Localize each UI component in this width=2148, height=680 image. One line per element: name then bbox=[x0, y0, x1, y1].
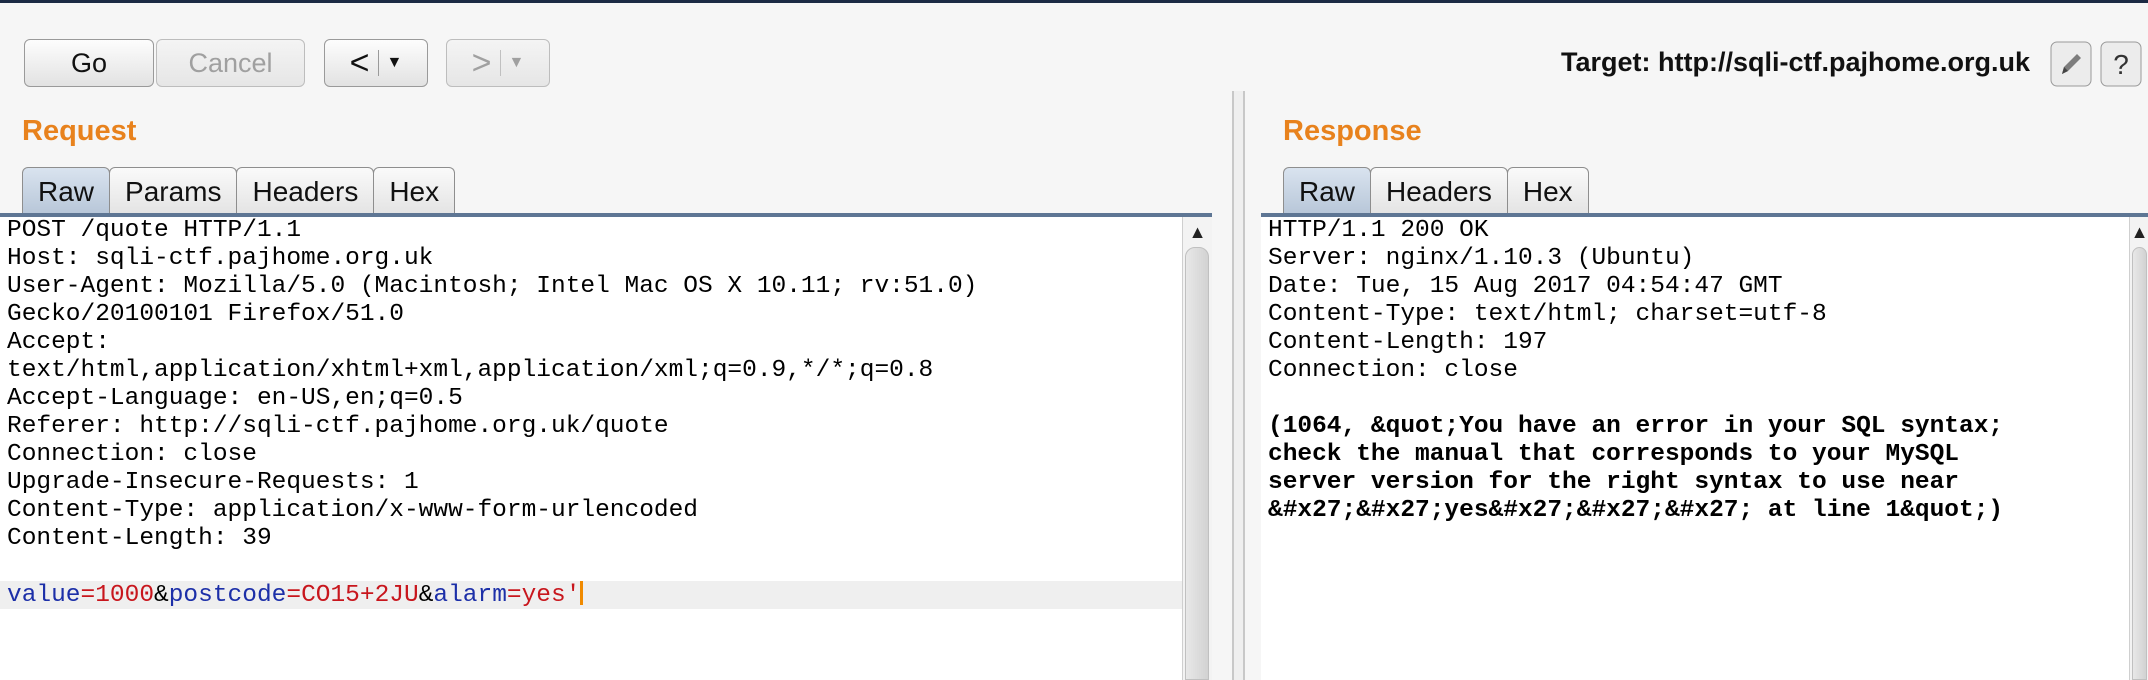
forward-button[interactable]: > ▼ bbox=[446, 39, 550, 87]
chevron-down-icon[interactable]: ▼ bbox=[509, 54, 525, 72]
response-line: Content-Length: 197 bbox=[1268, 329, 1548, 356]
target-url: Target: http://sqli-ctf.pajhome.org.uk bbox=[1561, 47, 2030, 77]
go-button[interactable]: Go bbox=[24, 39, 154, 87]
response-body-line: check the manual that corresponds to you… bbox=[1268, 441, 1960, 468]
request-line: Referer: http://sqli-ctf.pajhome.org.uk/… bbox=[7, 413, 669, 440]
response-body-line: &#x27;&#x27;yes&#x27;&#x27;&#x27; at lin… bbox=[1268, 497, 2004, 524]
tab-raw[interactable]: Raw bbox=[22, 167, 111, 215]
param-key: postcode bbox=[168, 582, 287, 609]
help-button[interactable]: ? bbox=[2100, 41, 2142, 87]
request-body-line: value=1000&postcode=CO15+2JU&alarm=yes' bbox=[0, 581, 1182, 609]
request-line: Upgrade-Insecure-Requests: 1 bbox=[7, 469, 419, 496]
request-tabs: Raw Params Headers Hex bbox=[22, 167, 456, 215]
text-caret bbox=[580, 581, 584, 605]
param-value: yes' bbox=[521, 582, 581, 609]
request-line: Content-Type: application/x-www-form-url… bbox=[7, 497, 699, 524]
back-arrow-icon: < bbox=[349, 44, 370, 82]
edit-target-button[interactable] bbox=[2050, 41, 2092, 87]
response-tabs: Raw Headers Hex bbox=[1283, 167, 1589, 215]
response-line: Server: nginx/1.10.3 (Ubuntu) bbox=[1268, 245, 1695, 272]
tab-hex[interactable]: Hex bbox=[1506, 167, 1589, 215]
response-editor[interactable]: HTTP/1.1 200 OK Server: nginx/1.10.3 (Ub… bbox=[1261, 217, 2146, 680]
request-line: Host: sqli-ctf.pajhome.org.uk bbox=[7, 245, 434, 272]
scroll-up-icon[interactable]: ▲ bbox=[2130, 217, 2148, 247]
tab-hex[interactable]: Hex bbox=[373, 167, 456, 215]
param-value: CO15+2JU bbox=[301, 582, 419, 609]
tab-headers[interactable]: Headers bbox=[1370, 167, 1508, 215]
help-icon: ? bbox=[2113, 49, 2129, 80]
response-scrollbar[interactable]: ▲ bbox=[2129, 217, 2148, 680]
param-value: 1000 bbox=[95, 582, 155, 609]
pane-splitter[interactable] bbox=[1232, 91, 1245, 680]
response-line bbox=[1261, 385, 2146, 413]
request-line: Gecko/20100101 Firefox/51.0 bbox=[7, 301, 404, 328]
pencil-icon bbox=[2050, 41, 2092, 87]
scroll-up-icon[interactable]: ▲ bbox=[1183, 217, 1212, 247]
response-body-line: (1064, &quot;You have an error in your S… bbox=[1268, 413, 2004, 440]
response-line: HTTP/1.1 200 OK bbox=[1268, 217, 1489, 244]
request-pane: Request Raw Params Headers Hex POST /quo… bbox=[0, 91, 1232, 680]
cancel-button-label: Cancel bbox=[188, 47, 273, 78]
request-line: POST /quote HTTP/1.1 bbox=[7, 217, 302, 244]
param-key: value bbox=[7, 582, 81, 609]
request-line: Accept-Language: en-US,en;q=0.5 bbox=[7, 385, 463, 412]
chevron-down-icon[interactable]: ▼ bbox=[387, 54, 403, 72]
forward-arrow-icon: > bbox=[471, 44, 492, 82]
scroll-thumb[interactable] bbox=[2132, 247, 2147, 680]
param-key: alarm bbox=[433, 582, 507, 609]
response-title: Response bbox=[1283, 115, 1422, 147]
tab-headers[interactable]: Headers bbox=[236, 167, 375, 215]
response-body-line: server version for the right syntax to u… bbox=[1268, 469, 1960, 496]
request-line: User-Agent: Mozilla/5.0 (Macintosh; Inte… bbox=[7, 273, 978, 300]
response-line: Content-Type: text/html; charset=utf-8 bbox=[1268, 301, 1827, 328]
request-line: Content-Length: 39 bbox=[7, 525, 272, 552]
scroll-thumb[interactable] bbox=[1185, 247, 1209, 680]
request-scrollbar[interactable]: ▲ bbox=[1182, 217, 1212, 680]
response-line: Connection: close bbox=[1268, 357, 1518, 384]
back-button[interactable]: < ▼ bbox=[324, 39, 428, 87]
request-line: text/html,application/xhtml+xml,applicat… bbox=[7, 357, 934, 384]
go-button-label: Go bbox=[70, 47, 108, 78]
response-pane: Response Raw Headers Hex HTTP/1.1 200 OK… bbox=[1245, 91, 2148, 680]
tab-raw[interactable]: Raw bbox=[1283, 167, 1372, 215]
cancel-button[interactable]: Cancel bbox=[156, 39, 305, 87]
request-title: Request bbox=[22, 115, 137, 147]
request-editor[interactable]: POST /quote HTTP/1.1 Host: sqli-ctf.pajh… bbox=[0, 217, 1182, 680]
toolbar: Go Cancel < ▼ > ▼ Target: http://sqli-ct… bbox=[0, 3, 2148, 91]
request-line: Accept: bbox=[7, 329, 110, 356]
response-line: Date: Tue, 15 Aug 2017 04:54:47 GMT bbox=[1268, 273, 1783, 300]
tab-params[interactable]: Params bbox=[109, 167, 238, 215]
request-line: Connection: close bbox=[7, 441, 257, 468]
request-line bbox=[0, 553, 1182, 581]
